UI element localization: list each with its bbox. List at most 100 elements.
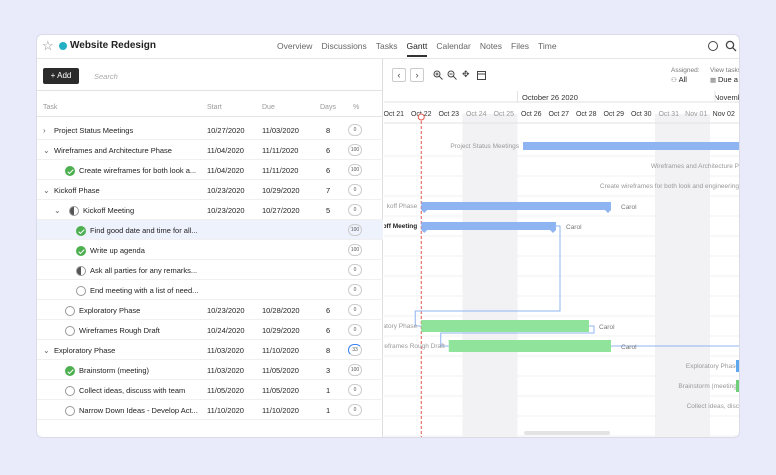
task-name[interactable]: Wireframes and Architecture Phase (54, 146, 172, 155)
task-name[interactable]: Kickoff Meeting (83, 206, 134, 215)
task-name[interactable]: Exploratory Phase (79, 306, 140, 315)
task-row[interactable]: ⌄ Exploratory Phase 11/03/2020 11/10/2020 8 3… (37, 340, 383, 360)
task-row[interactable]: End meeting with a list of need... 0 (37, 280, 383, 300)
task-status-icon[interactable] (65, 366, 75, 376)
task-status-icon[interactable] (76, 246, 86, 256)
tab-files[interactable]: Files (511, 41, 529, 57)
task-name[interactable]: Ask all parties for any remarks... (90, 266, 197, 275)
day-label: Oct 21 (384, 111, 404, 118)
task-row[interactable]: › Project Status Meetings 10/27/2020 11/03/… (37, 120, 383, 140)
task-start: 11/03/2020 (207, 346, 244, 355)
task-status-icon[interactable] (69, 206, 79, 216)
task-row[interactable]: Find good date and time for all... 100 (37, 220, 383, 240)
zoom-out-icon[interactable] (447, 70, 457, 80)
view-tasks-filter[interactable]: View tasks ▦ Due a (710, 66, 739, 85)
chevron-down-circle-icon[interactable] (708, 41, 718, 51)
tab-time[interactable]: Time (538, 41, 557, 57)
tab-gantt[interactable]: Gantt (406, 41, 428, 57)
task-due: 11/03/2020 (262, 126, 299, 135)
column-percent[interactable]: % (353, 104, 359, 111)
task-name[interactable]: Exploratory Phase (54, 346, 115, 355)
horizontal-scrollbar[interactable] (524, 431, 610, 435)
tab-tasks[interactable]: Tasks (376, 41, 398, 57)
assigned-filter[interactable]: Assigned: ⚇ All (671, 66, 700, 85)
day-label: Oct 25 (493, 111, 514, 118)
progress-ring: 100 (348, 244, 362, 256)
task-status-icon[interactable] (76, 226, 86, 236)
tab-notes[interactable]: Notes (480, 41, 502, 57)
task-row[interactable]: Ask all parties for any remarks... 0 (37, 260, 383, 280)
task-name[interactable]: Collect ideas, discuss with team (79, 386, 185, 395)
task-name[interactable]: Narrow Down Ideas - Develop Act... (79, 406, 198, 415)
task-name[interactable]: Find good date and time for all... (90, 226, 198, 235)
tab-discussions[interactable]: Discussions (321, 41, 366, 57)
task-days: 5 (326, 206, 331, 215)
column-due[interactable]: Due (262, 104, 275, 111)
task-row[interactable]: ⌄ Wireframes and Architecture Phase 11/04/… (37, 140, 383, 160)
week-label: October 26 2020 (522, 93, 578, 102)
day-label: Oct 31 (658, 111, 679, 118)
search-icon[interactable] (725, 40, 737, 52)
bar-label: Brainstorm (meeting) (678, 383, 739, 390)
bar-label: koff Phase (387, 203, 418, 210)
task-start: 10/23/2020 (207, 306, 245, 315)
column-start[interactable]: Start (207, 104, 222, 111)
task-row[interactable]: ⌄ Kickoff Meeting 10/23/2020 10/27/2020 5 0 (37, 200, 383, 220)
day-label: Nov 01 (685, 111, 707, 118)
column-task[interactable]: Task (43, 104, 57, 111)
task-due: 10/28/2020 (262, 306, 300, 315)
task-name[interactable]: Brainstorm (meeting) (79, 366, 149, 375)
today-marker (417, 113, 425, 121)
chevron-right-icon[interactable]: › (43, 126, 46, 135)
chevron-down-icon[interactable]: ⌄ (54, 206, 61, 215)
day-label: Nov 02 (713, 111, 735, 118)
gantt-bar (421, 202, 611, 210)
assigned-label: Assigned: (671, 67, 700, 74)
task-table-header: Task Start Due Days % (37, 99, 383, 117)
task-name[interactable]: End meeting with a list of need... (90, 286, 198, 295)
task-status-icon[interactable] (65, 406, 75, 416)
progress-ring: 0 (348, 264, 362, 276)
task-status-icon[interactable] (65, 306, 75, 316)
task-name[interactable]: Create wireframes for both look a... (79, 166, 196, 175)
calendar-small-icon: ▦ (710, 77, 718, 84)
task-row[interactable]: Wireframes Rough Draft 10/24/2020 10/29/20… (37, 320, 383, 340)
chevron-down-icon[interactable]: ⌄ (43, 186, 50, 195)
task-row[interactable]: Narrow Down Ideas - Develop Act... 11/10/… (37, 400, 383, 420)
task-status-icon[interactable] (65, 326, 75, 336)
task-row[interactable]: Create wireframes for both look a... 11/0… (37, 160, 383, 180)
star-icon[interactable]: ☆ (42, 39, 54, 53)
chevron-down-icon[interactable]: ⌄ (43, 146, 50, 155)
add-button[interactable]: + Add (43, 68, 79, 84)
task-status-icon[interactable] (65, 166, 75, 176)
move-icon[interactable]: ✥ (462, 69, 470, 80)
progress-ring: 100 (348, 164, 362, 176)
task-row[interactable]: Exploratory Phase 10/23/2020 10/28/2020 6 0 (37, 300, 383, 320)
task-name[interactable]: Write up agenda (90, 246, 145, 255)
task-name[interactable]: Wireframes Rough Draft (79, 326, 160, 335)
task-row[interactable]: Brainstorm (meeting) 11/03/2020 11/05/2020… (37, 360, 383, 380)
gantt-chart: October 26 2020 NovembOct 21 Oct 22 Oct 23 O… (384, 91, 739, 437)
column-days[interactable]: Days (320, 104, 336, 111)
search-input[interactable]: Search (94, 72, 118, 81)
task-row[interactable]: Collect ideas, discuss with team 11/05/20… (37, 380, 383, 400)
tab-calendar[interactable]: Calendar (436, 41, 471, 57)
task-name[interactable]: Kickoff Phase (54, 186, 100, 195)
prev-arrow-icon[interactable]: ‹ (392, 68, 406, 82)
chevron-down-icon[interactable]: ⌄ (43, 346, 50, 355)
task-status-icon[interactable] (65, 386, 75, 396)
task-status-icon[interactable] (76, 266, 86, 276)
calendar-icon[interactable] (477, 70, 486, 80)
task-row[interactable]: Write up agenda 100 (37, 240, 383, 260)
next-arrow-icon[interactable]: › (410, 68, 424, 82)
task-status-icon[interactable] (76, 286, 86, 296)
task-start: 10/27/2020 (207, 126, 245, 135)
gantt-bar (448, 340, 611, 352)
bar-label: koff Meeting (384, 223, 417, 230)
task-name[interactable]: Project Status Meetings (54, 126, 133, 135)
task-row[interactable]: ⌄ Kickoff Phase 10/23/2020 10/29/2020 7 0 (37, 180, 383, 200)
task-due: 11/05/2020 (262, 386, 299, 395)
tab-overview[interactable]: Overview (277, 41, 312, 57)
zoom-in-icon[interactable] (433, 70, 443, 80)
task-due: 11/10/2020 (262, 346, 299, 355)
